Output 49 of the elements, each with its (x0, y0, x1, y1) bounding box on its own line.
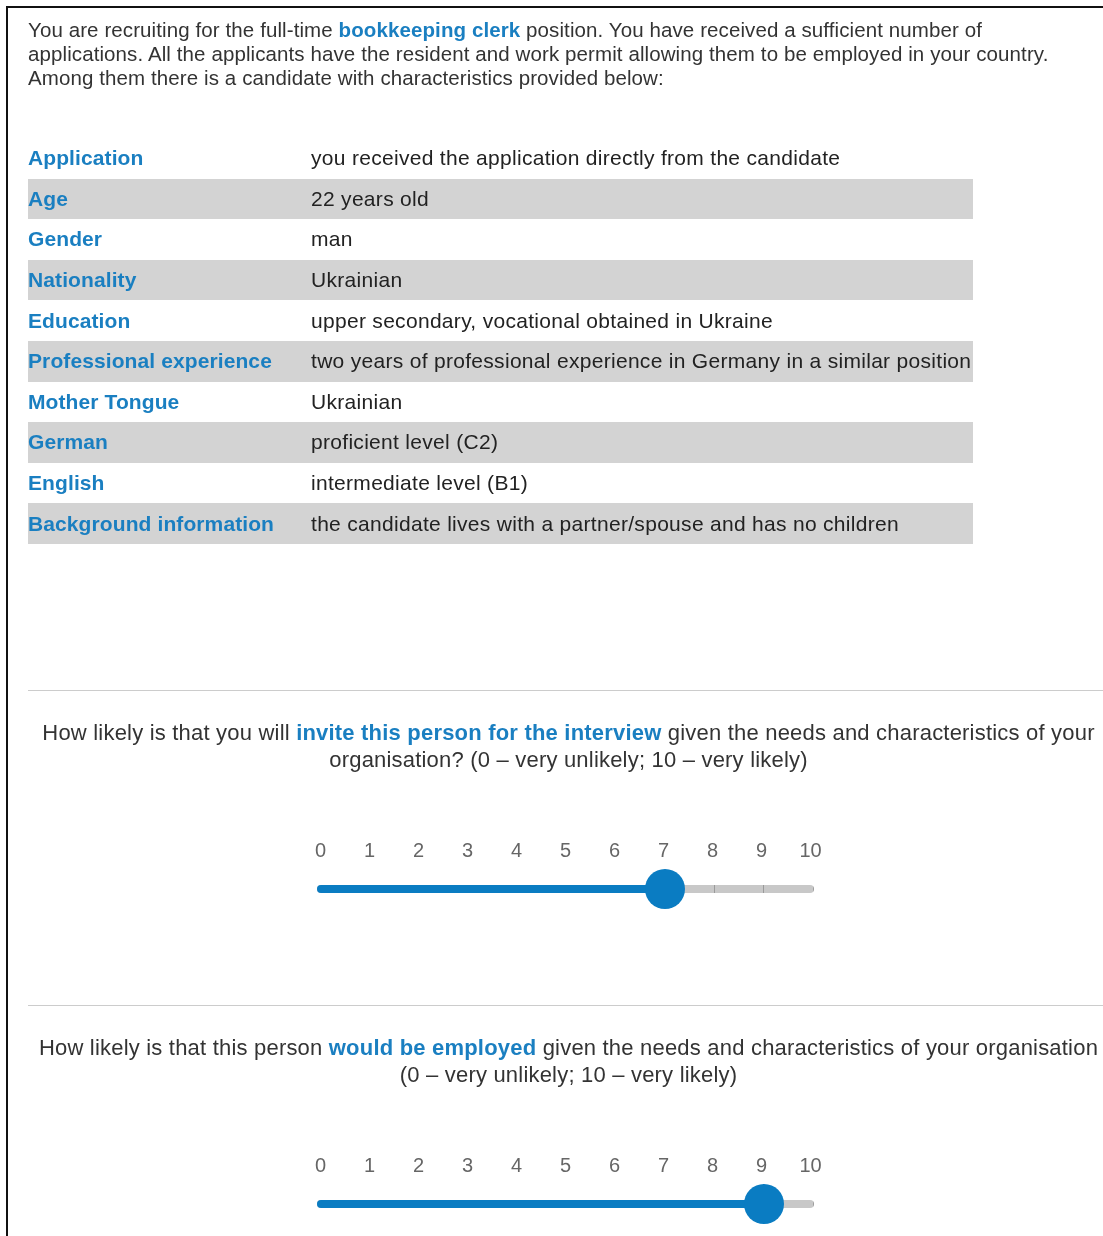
scale-label: 1 (362, 1154, 377, 1178)
scale-label: 2 (411, 1154, 426, 1178)
attribute-value: Ukrainian (311, 268, 404, 293)
scale-label: 0 (313, 839, 328, 863)
slider-track[interactable] (317, 1183, 814, 1224)
attribute-label: Professional experience (28, 349, 273, 374)
slider-track[interactable] (317, 868, 814, 909)
scale-label: 10 (798, 1154, 823, 1178)
attribute-value: proficient level (C2) (311, 430, 500, 455)
question-text: How likely is that you will invite this person for the interview given the needs and characteristics of your organisation? (0 – very unlikely; 10 – very likely) (41, 718, 1096, 773)
attribute-label: Gender (28, 227, 104, 252)
attribute-value: intermediate level (B1) (311, 471, 529, 496)
scale-label: 5 (558, 839, 573, 863)
scale-label: 4 (509, 839, 524, 863)
scale-label: 5 (558, 1154, 573, 1178)
scale-label: 1 (362, 839, 377, 863)
scale-label: 6 (607, 839, 622, 863)
scale-label: 7 (656, 839, 671, 863)
question-text: How likely is that this person would be employed given the needs and characteristics of your organisation (0 – very unlikely; 10 – very likely) (37, 1033, 1100, 1088)
attribute-label: Nationality (28, 268, 138, 293)
attribute-value: you received the application directly from the candidate (311, 146, 842, 171)
intro-paragraph: You are recruiting for the full-time bookkeeping clerk position. You have received a sufficient number of applications. All the applicants have the resident and work permit allowing them to be employed in your country. Among them there is a candidate with characteristics provided below: (28, 18, 1050, 90)
slider-thumb[interactable] (644, 868, 685, 909)
scale-label: 3 (460, 839, 475, 863)
slider-thumb[interactable] (744, 1183, 785, 1224)
scale-label: 9 (754, 839, 769, 863)
attribute-value: man (311, 227, 354, 252)
scale-label: 8 (705, 839, 720, 863)
scale-label: 4 (509, 1154, 524, 1178)
attribute-label: Education (28, 308, 132, 333)
scale-label: 2 (411, 839, 426, 863)
attribute-label: German (28, 430, 109, 455)
scale-label: 0 (313, 1154, 328, 1178)
scale-label: 10 (798, 839, 823, 863)
scale-label: 8 (705, 1154, 720, 1178)
scale-label: 3 (460, 1154, 475, 1178)
scale-label: 7 (656, 1154, 671, 1178)
attribute-value: two years of professional experience in Germany in a similar position (311, 349, 973, 374)
attribute-value: 22 years old (311, 186, 430, 211)
scale-label: 9 (754, 1154, 769, 1178)
attribute-value: upper secondary, vocational obtained in Ukraine (311, 308, 774, 333)
attribute-label: Application (28, 146, 145, 171)
attribute-label: Background information (28, 511, 276, 536)
attribute-label: English (28, 471, 106, 496)
scale-label: 6 (607, 1154, 622, 1178)
attribute-value: the candidate lives with a partner/spouse and has no children (311, 511, 900, 536)
attribute-label: Age (28, 186, 69, 211)
attribute-value: Ukrainian (311, 389, 404, 414)
attribute-label: Mother Tongue (28, 389, 181, 414)
